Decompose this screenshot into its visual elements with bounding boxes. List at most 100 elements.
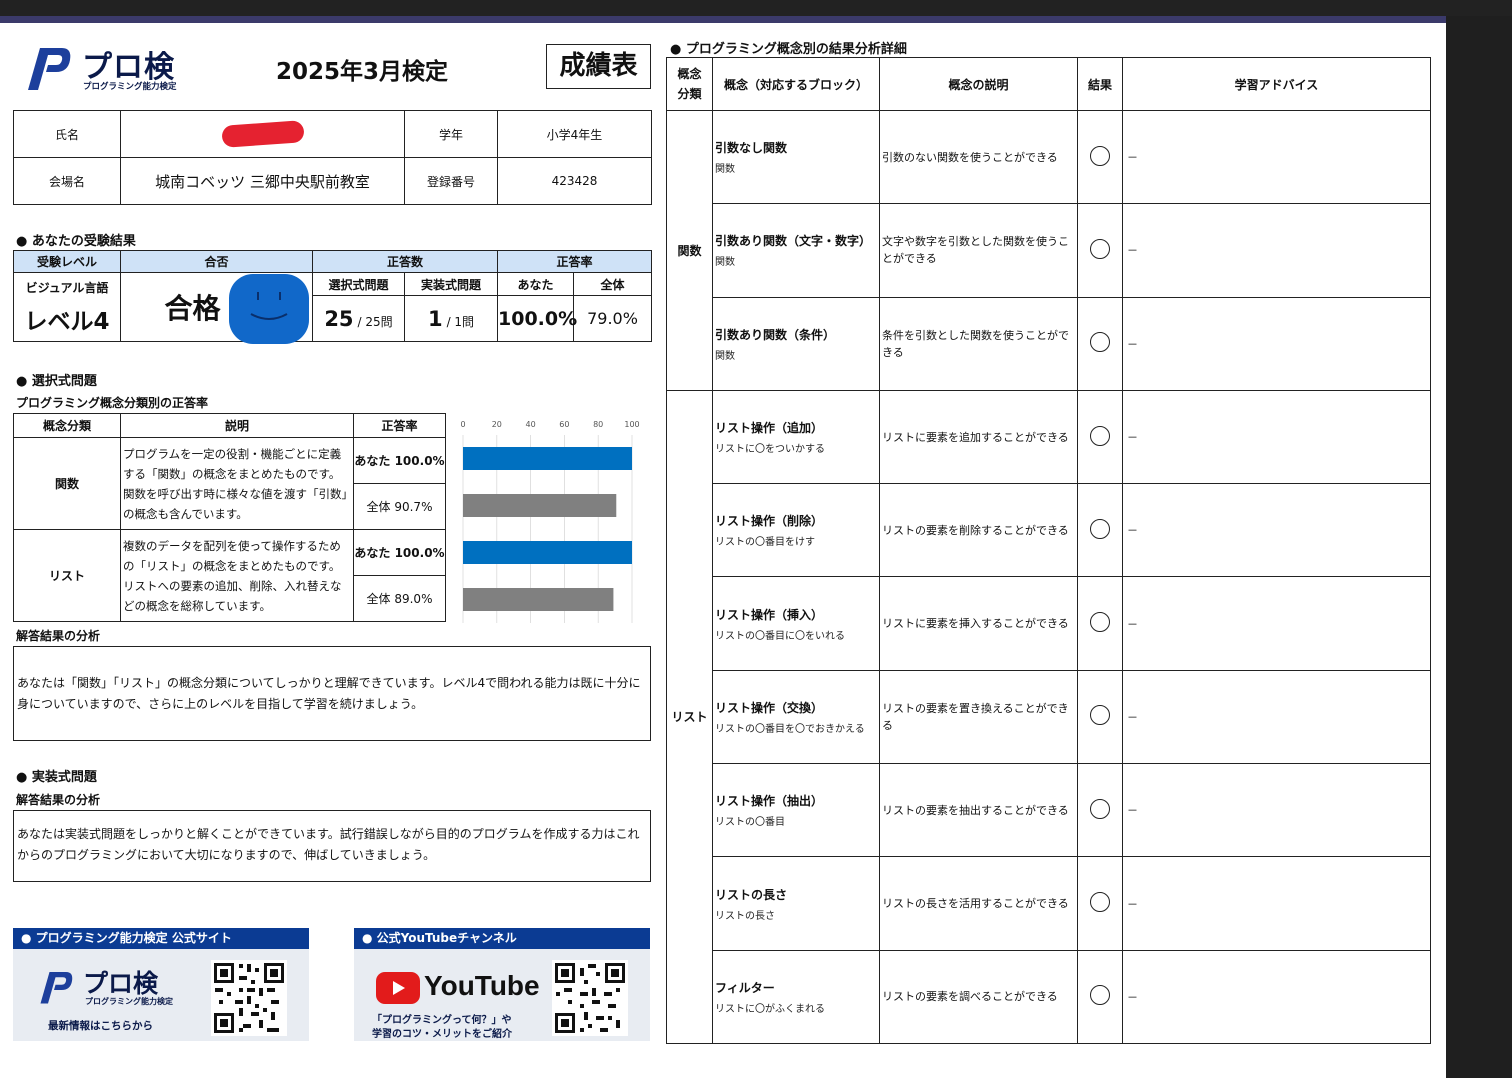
pass-circle-icon	[1090, 332, 1110, 353]
col-rate: 正答率	[353, 413, 446, 438]
pass-circle-icon	[1090, 145, 1110, 166]
youtube-caption-1: 「プログラミングって何？」や	[372, 1015, 512, 1026]
impl-section-title: ● 実装式問題	[16, 770, 97, 785]
chart-tick-label: 0	[460, 420, 465, 429]
concept-item: 引数あり関数（文字・数字） 関数	[712, 203, 880, 298]
venue-label: 会場名	[13, 157, 121, 205]
pass-circle-icon	[1090, 238, 1110, 259]
category-list-desc: 複数のデータを配列を使って操作するための「リスト」の概念をまとめたものです。リス…	[120, 529, 354, 622]
logo-mark-icon	[28, 48, 71, 90]
concept-rate-chart: 0 20 40 60 80 100	[460, 420, 640, 623]
impl-score-cell: 1/ 1問	[403, 295, 499, 342]
chart-tick-label: 60	[559, 420, 569, 429]
you-header: あなた	[497, 272, 575, 296]
redaction-mark	[220, 120, 305, 148]
choice-score: 25	[324, 306, 354, 331]
pass-circle-icon	[1090, 425, 1110, 446]
result-cell	[1077, 389, 1123, 485]
viewer-background	[1446, 16, 1512, 1078]
impl-analysis-label: 解答結果の分析	[16, 793, 101, 807]
smiley-icon	[250, 292, 288, 320]
youtube-channel-banner[interactable]: ● 公式YouTubeチャンネル YouTube 「プログラミングって何？」や …	[354, 928, 650, 1041]
examinee-info-table: 氏名 学年 小学4年生 会場名 城南コベッツ 三郷中央駅前教室 登録番号 423…	[13, 110, 652, 205]
official-site-banner[interactable]: ● プログラミング能力検定 公式サイト プロ検 プログラミング能力検定 最新情報…	[13, 928, 309, 1041]
concept-item: リスト操作（追加） リストに〇をついかする	[712, 389, 880, 485]
site-qr-code-icon[interactable]	[211, 960, 287, 1036]
concept-item: リスト操作（抽出） リストの〇番目	[712, 763, 880, 858]
impl-score: 1	[427, 306, 443, 331]
choice-analysis-label: 解答結果の分析	[16, 629, 101, 643]
impl-header: 実装式問題	[403, 272, 499, 296]
prokentei-logo: プロ検 プログラミング能力検定	[26, 42, 191, 94]
advice-cell: －	[1122, 763, 1431, 858]
result-cell	[1077, 109, 1123, 205]
result-table: 受験レベル 合否 正答数 正答率 ビジュアル言語 レベル4 合格 選択式問題 実…	[13, 250, 653, 342]
chart-tick-label: 40	[526, 420, 536, 429]
all-rate-cell: 79.0%	[573, 295, 653, 342]
header-accent-strip	[0, 16, 1446, 23]
pass-circle-icon	[1090, 612, 1110, 633]
concept-item: 引数あり関数（条件） 関数	[712, 296, 880, 391]
result-cell	[1077, 949, 1123, 1044]
col-concept: 概念（対応するブロック）	[712, 57, 880, 111]
advice-cell: －	[1122, 576, 1431, 671]
concept-desc: リストの要素を削除することができる	[879, 483, 1078, 578]
name-label: 氏名	[13, 110, 121, 158]
choice-analysis-text: あなたは「関数」「リスト」の概念分類についてしっかりと理解できています。レベル4…	[13, 646, 651, 741]
impl-analysis-text: あなたは実装式問題をしっかりと解くことができています。試行錯誤しながら目的のプロ…	[13, 810, 651, 882]
registration-label: 登録番号	[404, 157, 498, 205]
result-section-title: ● あなたの受験結果	[16, 234, 136, 249]
group-list: リスト	[666, 389, 713, 1044]
chart-bar	[463, 588, 614, 611]
chart-bar	[463, 494, 617, 517]
function-you-rate: あなた 100.0%	[353, 437, 446, 484]
exam-title: 2025年3月検定	[276, 59, 449, 85]
advice-cell: －	[1122, 949, 1431, 1044]
grade-value: 小学4年生	[497, 110, 652, 158]
category-function: 関数	[13, 437, 121, 530]
advice-cell: －	[1122, 389, 1431, 485]
chart-tick-label: 20	[492, 420, 502, 429]
registration-value: 423428	[497, 157, 652, 205]
list-you-rate: あなた 100.0%	[353, 529, 446, 576]
pass-value: 合格	[164, 292, 221, 325]
concept-desc: リストに要素を挿入することができる	[879, 576, 1078, 671]
result-cell	[1077, 483, 1123, 578]
correct-rate-header: 正答率	[497, 250, 653, 273]
site-logo-mark-icon	[40, 972, 73, 1004]
category-list: リスト	[13, 529, 121, 622]
result-cell	[1077, 669, 1123, 765]
advice-cell: －	[1122, 203, 1431, 298]
pass-circle-icon	[1090, 798, 1110, 819]
concept-item: リスト操作（削除） リストの〇番目をけす	[712, 483, 880, 578]
pass-circle-icon	[1090, 518, 1110, 539]
youtube-qr-code-icon[interactable]	[552, 960, 628, 1036]
choice-score-cell: 25/ 25問	[312, 295, 405, 342]
youtube-brand: YouTube	[424, 970, 540, 1001]
col-description: 説明	[120, 413, 354, 438]
advice-cell: －	[1122, 483, 1431, 578]
category-function-desc: プログラムを一定の役割・機能ごとに定義する「関数」の概念をまとめたものです。関数…	[120, 437, 354, 530]
youtube-play-icon	[376, 972, 420, 1004]
concept-desc: 引数のない関数を使うことができる	[879, 109, 1078, 205]
function-all-rate: 全体 90.7%	[353, 483, 446, 530]
detail-section-title: ● プログラミング概念別の結果分析詳細	[670, 42, 907, 57]
youtube-channel-title: ● 公式YouTubeチャンネル	[354, 928, 650, 949]
result-cell	[1077, 856, 1123, 951]
choice-subtitle: プログラミング概念分類別の正答率	[16, 396, 209, 410]
concept-desc: リストの要素を置き換えることができる	[879, 669, 1078, 765]
concept-item: 引数なし関数 関数	[712, 109, 880, 205]
concept-desc: リストの長さを活用することができる	[879, 856, 1078, 951]
advice-cell: －	[1122, 109, 1431, 205]
official-site-title: ● プログラミング能力検定 公式サイト	[13, 928, 309, 949]
site-logo-subtitle: プログラミング能力検定	[85, 997, 173, 1006]
choice-total: / 25問	[357, 314, 393, 329]
result-cell	[1077, 296, 1123, 391]
advice-cell: －	[1122, 856, 1431, 951]
concept-item: リスト操作（交換） リストの〇番目を〇でおきかえる	[712, 669, 880, 765]
chart-tick-label: 80	[593, 420, 603, 429]
level-cell: ビジュアル言語 レベル4	[13, 272, 121, 342]
result-cell	[1077, 763, 1123, 858]
choice-section-title: ● 選択式問題	[16, 374, 97, 389]
result-cell	[1077, 203, 1123, 298]
